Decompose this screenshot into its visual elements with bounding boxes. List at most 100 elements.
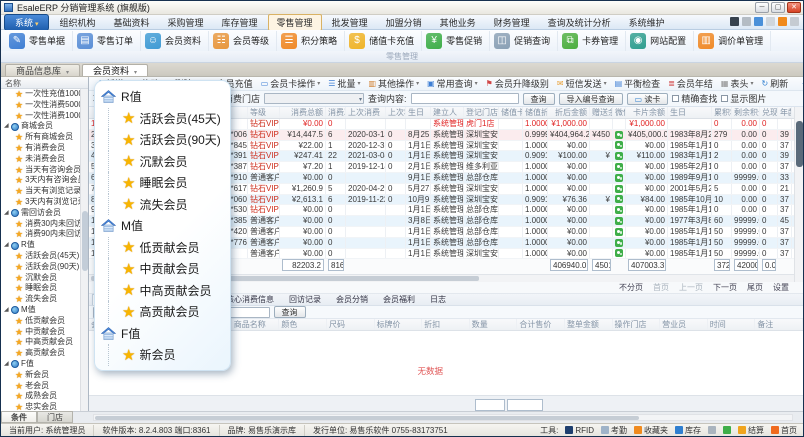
- import-number-button[interactable]: 导入编号查询: [559, 93, 623, 105]
- column-header-17[interactable]: 生日: [668, 107, 712, 118]
- column-header-5[interactable]: 消费次数: [326, 107, 346, 118]
- tree-item-8[interactable]: ★3天内有咨询会员: [1, 175, 80, 186]
- detail-column-header-13[interactable]: 时间: [708, 319, 756, 330]
- tree-item-17[interactable]: ★沉默会员: [1, 273, 80, 284]
- detail-column-header-11[interactable]: 操作门店: [613, 319, 661, 330]
- popup-item-3[interactable]: ★沉默会员: [101, 151, 230, 173]
- green-tool-tool[interactable]: [723, 426, 731, 434]
- close-panel-button[interactable]: ➔关闭: [798, 77, 803, 90]
- menu-item-2[interactable]: 基础资料: [106, 15, 158, 30]
- column-header-14[interactable]: 赠送余额: [590, 107, 613, 118]
- calendar-icon[interactable]: [754, 17, 763, 26]
- popup-item-4[interactable]: ★睡眠会员: [101, 172, 230, 194]
- other-ops-button[interactable]: ▥其他操作▾: [364, 77, 423, 90]
- vertical-scrollbar[interactable]: [794, 107, 803, 289]
- alert-icon[interactable]: [742, 17, 751, 26]
- menu-item-4[interactable]: 库存管理: [214, 15, 266, 30]
- column-header-15[interactable]: 微信: [613, 107, 626, 118]
- retail-promotion-button[interactable]: ¥零售促销: [422, 31, 490, 51]
- tree-item-18[interactable]: ★睡眠会员: [1, 283, 80, 294]
- read-card-button[interactable]: ▭ 读卡: [627, 93, 669, 105]
- column-header-13[interactable]: 折后金额: [548, 107, 590, 118]
- help-icon[interactable]: [790, 17, 799, 26]
- detail-column-header-14[interactable]: 备注: [755, 319, 803, 330]
- detail-tab-5[interactable]: 会员分销: [329, 294, 375, 305]
- detail-column-header-8[interactable]: 数量: [470, 319, 518, 330]
- column-header-6[interactable]: 上次消费: [346, 107, 386, 118]
- detail-horizontal-scrollbar[interactable]: [93, 414, 793, 421]
- popup-item-9[interactable]: ★中高贡献会员: [101, 280, 230, 302]
- popup-item-8[interactable]: ★中贡献会员: [101, 258, 230, 280]
- tree-item-14[interactable]: ◢R值: [1, 240, 80, 251]
- balance-check-button[interactable]: ▤平衡检查: [611, 77, 665, 90]
- doc-tab-1[interactable]: 会员资料▾: [82, 64, 148, 76]
- favorites-tool[interactable]: 收藏夹: [634, 425, 668, 436]
- maximize-button[interactable]: ▢: [771, 2, 785, 13]
- stored-card-recharge-button[interactable]: $储值卡充值: [345, 31, 422, 51]
- tree-item-4[interactable]: ★所有商城会员: [1, 132, 80, 143]
- column-header-12[interactable]: 储值折扣: [523, 107, 548, 118]
- query-input[interactable]: [411, 93, 519, 104]
- tree-item-19[interactable]: ★流失会员: [1, 294, 80, 305]
- chat-icon[interactable]: [766, 17, 775, 26]
- member-card-button[interactable]: ▭会员卡操作▾: [257, 77, 325, 90]
- tree-item-1[interactable]: ★一次性消费5000以上: [1, 100, 80, 111]
- tree-item-2[interactable]: ★一次性消费10000以上: [1, 111, 80, 122]
- popup-item-11[interactable]: F值: [101, 323, 230, 345]
- menu-item-7[interactable]: 加盟分销: [378, 15, 430, 30]
- detail-column-header-7[interactable]: 折扣: [422, 319, 470, 330]
- tree-item-28[interactable]: ★成熟会员: [1, 391, 80, 402]
- popup-item-5[interactable]: ★流失会员: [101, 194, 230, 216]
- minimize-button[interactable]: ─: [755, 2, 769, 13]
- tree-item-3[interactable]: ◢商城会员: [1, 121, 80, 132]
- points-policy-button[interactable]: ☰积分策略: [277, 31, 345, 51]
- batch-button[interactable]: ☰批量▾: [324, 77, 364, 90]
- pager-下一页[interactable]: 下一页: [713, 282, 737, 293]
- member-profile-button[interactable]: ☺会员资料: [141, 31, 209, 51]
- tree-item-21[interactable]: ★低贡献会员: [1, 316, 80, 327]
- column-header-16[interactable]: 卡片余额: [626, 107, 668, 118]
- column-header-8[interactable]: 生日: [406, 107, 431, 118]
- tree-item-23[interactable]: ★中高贡献会员: [1, 337, 80, 348]
- popup-item-7[interactable]: ★低贡献会员: [101, 237, 230, 259]
- member-upgrade-button[interactable]: ⚑会员升降级别: [482, 77, 553, 90]
- table-header-button[interactable]: ▦表头▾: [717, 77, 758, 90]
- monitor-icon[interactable]: [730, 17, 739, 26]
- tree-item-13[interactable]: ★消费90内未回访: [1, 229, 80, 240]
- popup-item-10[interactable]: ★高贡献会员: [101, 301, 230, 323]
- exact-search-checkbox[interactable]: 精确查找: [672, 92, 717, 105]
- note-icon[interactable]: [778, 17, 787, 26]
- stock-search-tool[interactable]: 库存: [675, 425, 701, 436]
- tree-item-27[interactable]: ★老会员: [1, 381, 80, 392]
- menu-item-9[interactable]: 财务管理: [486, 15, 538, 30]
- column-header-19[interactable]: 剩余积分: [732, 107, 760, 118]
- rfid-tool[interactable]: RFID: [565, 426, 594, 435]
- pager-设置[interactable]: 设置: [773, 282, 789, 293]
- settle-tool[interactable]: 结算: [738, 425, 764, 436]
- pager-尾页[interactable]: 尾页: [747, 282, 763, 293]
- tree-item-25[interactable]: ◢F值: [1, 359, 80, 370]
- column-header-3[interactable]: 等级: [248, 107, 280, 118]
- column-header-9[interactable]: 建立人: [431, 107, 464, 118]
- detail-tab-7[interactable]: 日志: [423, 294, 453, 305]
- menu-item-1[interactable]: 组织机构: [51, 15, 103, 30]
- detail-column-header-5[interactable]: 尺码: [327, 319, 375, 330]
- tree-item-22[interactable]: ★中贡献会员: [1, 327, 80, 338]
- column-header-18[interactable]: 累积积分: [712, 107, 732, 118]
- attendance-tool[interactable]: 考勤: [601, 425, 627, 436]
- detail-tab-4[interactable]: 回访记录: [282, 294, 328, 305]
- tree-item-26[interactable]: ★新会员: [1, 370, 80, 381]
- sms-send-button[interactable]: ✉短信发送▾: [553, 77, 611, 90]
- tree-item-5[interactable]: ★有消费会员: [1, 143, 80, 154]
- column-header-4[interactable]: 消费总额: [280, 107, 326, 118]
- menu-item-3[interactable]: 采购管理: [160, 15, 212, 30]
- website-config-button[interactable]: ◉网站配置: [626, 31, 694, 51]
- column-header-7[interactable]: 上次积分: [386, 107, 406, 118]
- tree-item-0[interactable]: ★一次性充值10000以上: [1, 89, 80, 100]
- price-adjust-button[interactable]: ▥调价单管理: [694, 31, 771, 51]
- store-combo[interactable]: [264, 93, 364, 104]
- grid-tool-tool[interactable]: [708, 426, 716, 434]
- home-tool[interactable]: 首页: [771, 425, 797, 436]
- pager-不分页[interactable]: 不分页: [619, 282, 643, 293]
- popup-item-12[interactable]: ★新会员: [101, 344, 230, 366]
